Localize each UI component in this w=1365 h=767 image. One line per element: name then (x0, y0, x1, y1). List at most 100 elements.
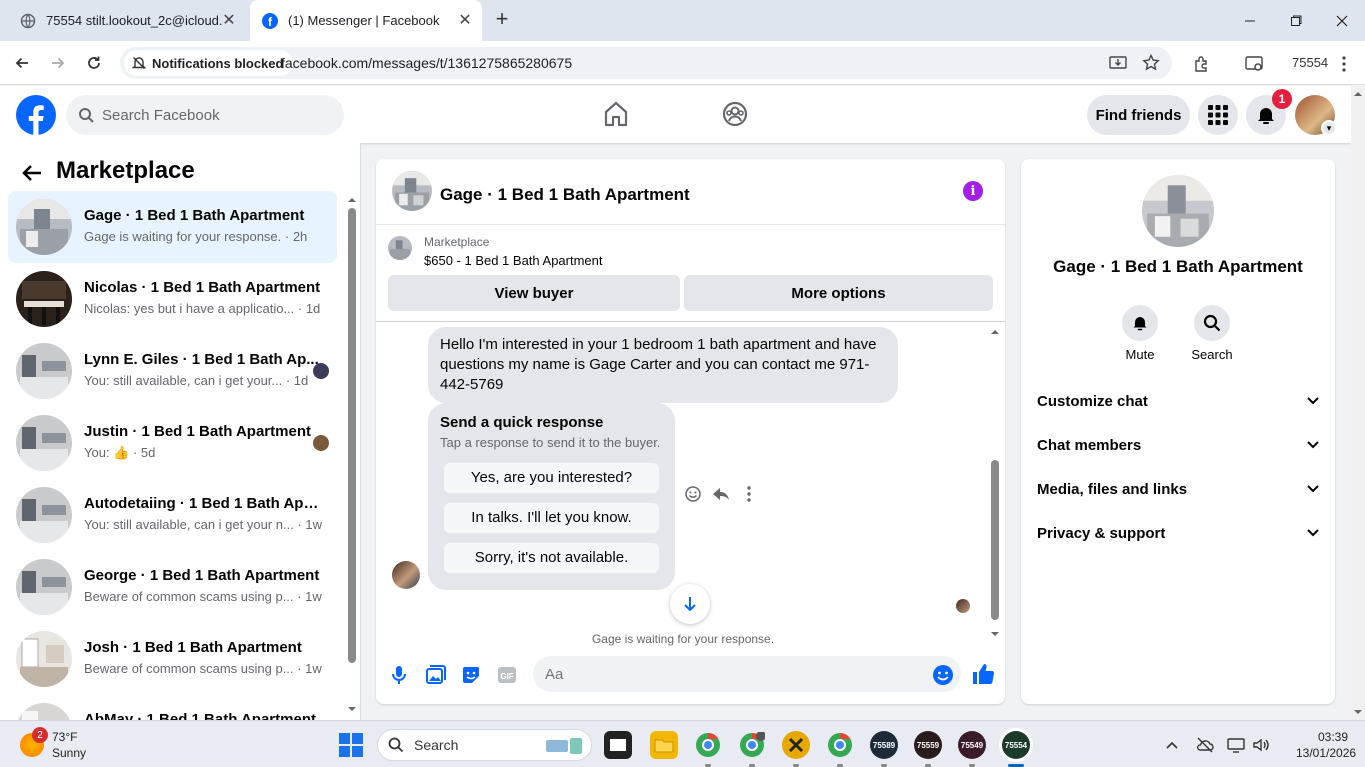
page-scrollbar[interactable] (1351, 86, 1365, 720)
minimize-icon[interactable] (1227, 0, 1273, 41)
browser-tab-icloud[interactable]: 75554 stilt.lookout_2c@icloud.c ✕ (8, 0, 246, 41)
chat-scrollbar[interactable] (988, 324, 1002, 644)
gif-icon[interactable]: GIF (496, 664, 518, 686)
reply-icon[interactable] (712, 485, 730, 503)
home-icon[interactable] (602, 100, 630, 128)
chrome-profile-3-icon[interactable] (826, 731, 854, 759)
conversation-item[interactable]: AbMay · 1 Bed 1 Bath Apartment (8, 695, 337, 720)
more-options-button[interactable]: More options (684, 275, 993, 311)
chrome-profile-2-icon[interactable] (738, 731, 766, 759)
file-explorer-icon[interactable] (650, 731, 678, 759)
weather-widget[interactable]: 2 73°F Sunny (20, 727, 120, 761)
back-arrow-icon[interactable] (20, 161, 44, 185)
chat-title[interactable]: Gage · 1 Bed 1 Bath Apartment (440, 185, 690, 205)
conversation-item[interactable]: Lynn E. Giles · 1 Bed 1 Bath Ap... You: s… (8, 335, 337, 407)
section-label: Customize chat (1037, 392, 1148, 410)
conversation-item[interactable]: George · 1 Bed 1 Bath Apartment Beware of… (8, 551, 337, 623)
windows-start-icon[interactable] (339, 733, 363, 757)
terminal-app-icon[interactable] (604, 731, 632, 759)
reload-icon[interactable] (84, 53, 104, 73)
search-icon (78, 107, 94, 123)
clock-time: 03:39 (1317, 730, 1348, 744)
scroll-to-bottom-button[interactable] (670, 584, 710, 624)
browser-menu-icon[interactable] (1333, 53, 1355, 75)
conversation-preview: You: 👍 · 5d (84, 445, 156, 460)
section-customize-chat[interactable]: Customize chat (1021, 379, 1335, 423)
react-emoji-icon[interactable] (684, 485, 702, 503)
taskbar-search-label: Search (414, 737, 459, 753)
mute-button[interactable]: Mute (1110, 305, 1170, 362)
menu-grid-icon[interactable] (1198, 95, 1238, 135)
close-tab-icon[interactable]: ✕ (220, 11, 238, 29)
sender-avatar[interactable] (392, 561, 420, 589)
conversation-item[interactable]: Justin · 1 Bed 1 Bath Apartment You: 👍 · … (8, 407, 337, 479)
tab-search-icon[interactable] (1244, 53, 1266, 75)
volume-icon[interactable] (1251, 735, 1271, 755)
section-privacy-support[interactable]: Privacy & support (1021, 511, 1335, 555)
chrome-profile-1-icon[interactable] (694, 731, 722, 759)
chat-header: Gage · 1 Bed 1 Bath Apartment i (376, 159, 1005, 225)
install-app-icon[interactable] (1108, 53, 1128, 73)
conversation-item[interactable]: Josh · 1 Bed 1 Bath Apartment Beware of c… (8, 623, 337, 695)
conversation-thumbnail (16, 703, 72, 720)
bookmark-star-icon[interactable] (1141, 53, 1161, 73)
microphone-icon[interactable] (388, 664, 410, 686)
network-icon[interactable] (1226, 735, 1246, 755)
taskbar-app-75589[interactable]: 75589 (870, 731, 898, 759)
taskbar-search[interactable]: Search (377, 729, 592, 761)
forward-icon[interactable] (48, 53, 68, 73)
sidebar-scrollbar[interactable] (345, 193, 359, 717)
section-media-files-links[interactable]: Media, files and links (1021, 467, 1335, 511)
incoming-message[interactable]: Hello I'm interested in your 1 bedroom 1… (428, 327, 898, 403)
url-text[interactable]: facebook.com/messages/t/1361275865280675 (281, 55, 572, 71)
account-chevron-icon[interactable]: ▾ (1321, 120, 1337, 136)
conversation-preview: Nicolas: yes but i have a applicatio... … (84, 301, 321, 316)
read-receipt-avatar (956, 599, 970, 613)
section-chat-members[interactable]: Chat members (1021, 423, 1335, 467)
search-conversation-button[interactable]: Search (1182, 305, 1242, 362)
conversation-item[interactable]: Gage · 1 Bed 1 Bath Apartment Gage is wai… (8, 191, 337, 263)
info-icon[interactable]: i (963, 181, 983, 201)
maximize-icon[interactable] (1273, 0, 1319, 41)
close-tab-icon[interactable]: ✕ (456, 11, 474, 29)
marketplace-listing[interactable]: Marketplace $650 - 1 Bed 1 Bath Apartmen… (388, 233, 988, 273)
close-window-icon[interactable] (1319, 0, 1365, 41)
chevron-down-icon (1307, 441, 1319, 449)
more-actions-icon[interactable] (746, 485, 752, 503)
facebook-logo-icon[interactable] (16, 95, 56, 135)
emoji-icon[interactable] (932, 664, 954, 686)
message-input[interactable] (533, 656, 961, 692)
browser-toolbar: Notifications blocked facebook.com/messa… (0, 41, 1365, 85)
view-buyer-button[interactable]: View buyer (388, 275, 680, 311)
conversation-item[interactable]: Autodetaiing · 1 Bed 1 Bath Apar... You: … (8, 479, 337, 551)
listing-avatar[interactable] (1142, 175, 1214, 247)
quick-response-yes-button[interactable]: Yes, are you interested? (444, 463, 659, 493)
taskbar-app-75554[interactable]: 75554 (1002, 731, 1030, 759)
groups-icon[interactable] (721, 100, 749, 128)
chevron-up-icon[interactable] (1162, 735, 1182, 755)
system-clock[interactable]: 03:39 13/01/2026 (1296, 729, 1356, 761)
quick-response-unavailable-button[interactable]: Sorry, it's not available. (444, 543, 659, 573)
browser-tab-messenger[interactable]: f (1) Messenger | Facebook ✕ (250, 0, 482, 41)
extensions-icon[interactable] (1191, 53, 1213, 75)
back-icon[interactable] (12, 53, 32, 73)
conversation-item[interactable]: Nicolas · 1 Bed 1 Bath Apartment Nicolas:… (8, 263, 337, 335)
conversation-name: George · 1 Bed 1 Bath Apartment (84, 567, 320, 584)
new-tab-icon[interactable]: + (492, 8, 512, 30)
quick-response-talks-button[interactable]: In talks. I'll let you know. (444, 503, 659, 533)
thumbs-up-icon[interactable] (971, 662, 995, 686)
conversation-thumbnail (16, 343, 72, 399)
taskbar-app-75549[interactable]: 75549 (958, 731, 986, 759)
message-actions (682, 485, 762, 505)
chat-thumbnail[interactable] (392, 171, 432, 211)
app-x-icon[interactable] (782, 731, 810, 759)
notifications-blocked-chip[interactable]: Notifications blocked (124, 50, 294, 76)
taskbar-app-75559[interactable]: 75559 (914, 731, 942, 759)
sticker-icon[interactable] (460, 664, 482, 686)
facebook-search[interactable]: Search Facebook (66, 95, 344, 135)
address-bar[interactable]: Notifications blocked facebook.com/messa… (120, 47, 1172, 79)
profile-label[interactable]: 75554 (1292, 55, 1328, 70)
photo-icon[interactable] (424, 664, 446, 686)
find-friends-button[interactable]: Find friends (1087, 95, 1190, 135)
cloud-off-icon[interactable] (1195, 735, 1215, 755)
